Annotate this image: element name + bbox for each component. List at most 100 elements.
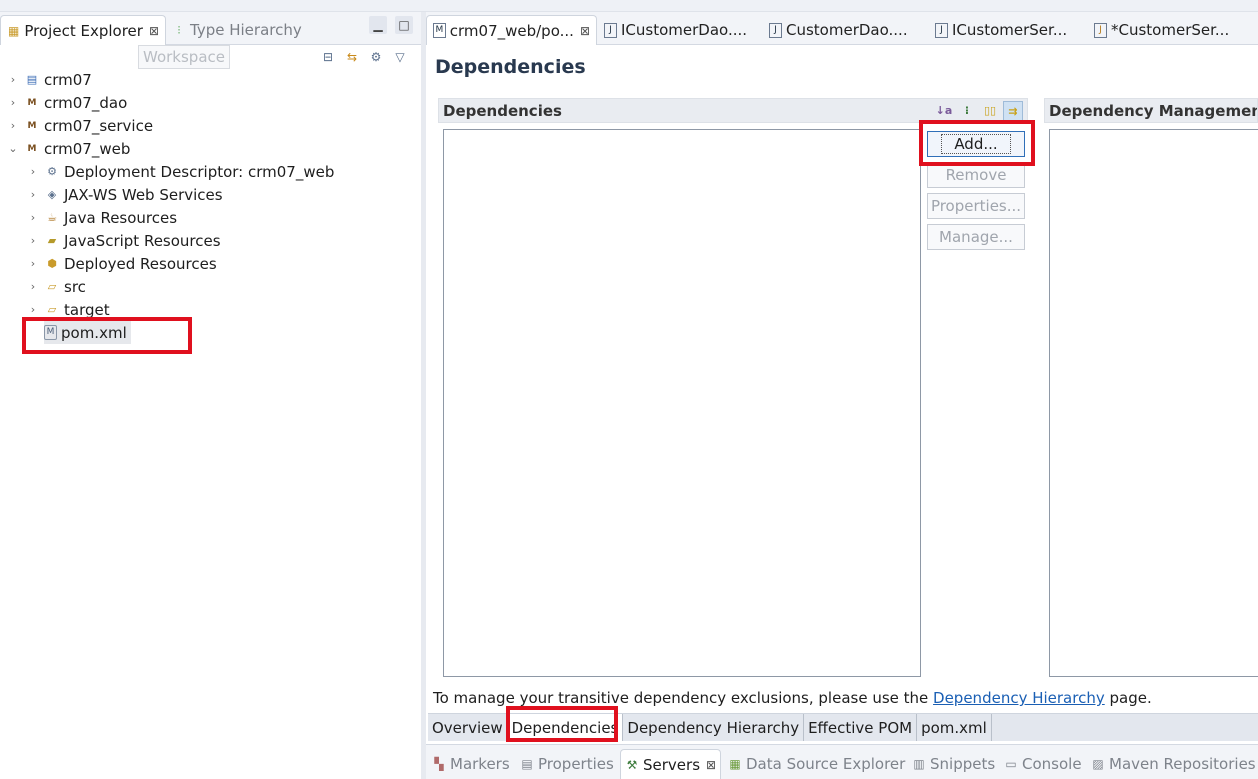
tab-servers[interactable]: ⚒ Servers ⊠ xyxy=(620,749,722,779)
expand-arrow-icon[interactable]: › xyxy=(6,73,20,86)
highlight-box-pom xyxy=(22,317,192,354)
tab-project-explorer[interactable]: ▦ Project Explorer ⊠ xyxy=(0,15,166,45)
tree-item-label: target xyxy=(64,300,110,319)
window-top-strip xyxy=(0,0,1258,12)
tab-console[interactable]: ▭ Console xyxy=(1000,749,1086,779)
collapse-arrow-icon[interactable]: ⌄ xyxy=(6,142,20,155)
collapse-all-icon[interactable]: ⊟ xyxy=(319,48,337,66)
markers-icon: ▚ xyxy=(434,757,444,771)
tree-item-crm07[interactable]: › ▤ crm07 xyxy=(6,68,92,91)
tab-type-hierarchy[interactable]: ⁝ Type Hierarchy xyxy=(166,15,316,45)
page-tab-dependency-hierarchy[interactable]: Dependency Hierarchy xyxy=(623,714,805,741)
tree-item-label: JavaScript Resources xyxy=(64,231,221,250)
page-title: Dependencies xyxy=(435,56,586,78)
properties-button[interactable]: Properties... xyxy=(927,193,1025,219)
tab-markers[interactable]: ▚ Markers xyxy=(428,749,514,779)
page-tab-effective-pom[interactable]: Effective POM xyxy=(804,714,918,741)
maximize-icon[interactable]: □ xyxy=(395,16,413,34)
tree-item-deployed-resources[interactable]: › ⬢ Deployed Resources xyxy=(26,252,217,275)
tab-label: ICustomerDao.... xyxy=(621,21,748,39)
project-icon: ▤ xyxy=(26,72,38,86)
tree-item-crm07-dao[interactable]: › M crm07_dao xyxy=(6,91,127,114)
tab-label: Maven Repositories xyxy=(1109,755,1256,773)
folder-icon: ▱ xyxy=(47,302,57,316)
tab-properties[interactable]: ▤ Properties xyxy=(516,749,618,779)
tree-item-src[interactable]: › ▱ src xyxy=(26,275,86,298)
dependency-management-header: Dependency Management xyxy=(1044,98,1258,123)
folder-icon: ▱ xyxy=(47,279,57,293)
editor-tab-icustomerservice[interactable]: J ICustomerSer... xyxy=(929,15,1073,45)
toggle-icon[interactable]: ⇉ xyxy=(1003,101,1023,121)
tree-item-deployment-descriptor[interactable]: › ⚙ Deployment Descriptor: crm07_web xyxy=(26,160,335,183)
filter-icon[interactable]: ▯▯ xyxy=(980,101,1000,121)
tree-item-crm07-service[interactable]: › M crm07_service xyxy=(6,114,153,137)
link-with-editor-icon[interactable]: ⇆ xyxy=(343,48,361,66)
sort-icon[interactable]: ↓a xyxy=(934,101,954,121)
tree-item-java-resources[interactable]: › ☕ Java Resources xyxy=(26,206,177,229)
tree-item-javascript-resources[interactable]: › ▰ JavaScript Resources xyxy=(26,229,221,252)
dependency-hierarchy-link[interactable]: Dependency Hierarchy xyxy=(933,689,1105,707)
expand-arrow-icon[interactable]: › xyxy=(26,165,40,178)
close-icon[interactable]: ⊠ xyxy=(706,758,716,772)
transitive-info: To manage your transitive dependency exc… xyxy=(433,689,1152,707)
pom-editor: M crm07_web/po... ⊠ J ICustomerDao.... J… xyxy=(426,12,1258,742)
expand-arrow-icon[interactable]: › xyxy=(6,96,20,109)
dependencies-list[interactable] xyxy=(443,129,921,677)
editor-tabbar: M crm07_web/po... ⊠ J ICustomerDao.... J… xyxy=(426,12,1258,45)
expand-arrow-icon[interactable]: › xyxy=(26,188,40,201)
tree-item-crm07-web[interactable]: ⌄ M crm07_web xyxy=(6,137,130,160)
tab-snippets[interactable]: ▥ Snippets xyxy=(908,749,999,779)
view-toolbar: ⊟ ⇆ ⚙ ▽ xyxy=(319,48,409,66)
editor-tab-icustomerdao[interactable]: J ICustomerDao.... xyxy=(598,15,753,45)
deployed-resources-icon: ⬢ xyxy=(47,256,57,270)
close-icon[interactable]: ⊠ xyxy=(580,24,590,38)
tab-label: Snippets xyxy=(930,755,996,773)
java-file-icon: J xyxy=(604,22,617,38)
bottom-panel-tabbar: ▚ Markers ▤ Properties ⚒ Servers ⊠ ▦ Dat… xyxy=(426,744,1258,779)
editor-tab-customerdao[interactable]: J CustomerDao.... xyxy=(763,15,914,45)
expand-arrow-icon[interactable]: › xyxy=(26,257,40,270)
editor-tab-pom[interactable]: M crm07_web/po... ⊠ xyxy=(426,15,597,45)
tab-label: Type Hierarchy xyxy=(190,21,302,39)
minimize-icon[interactable]: ▁ xyxy=(369,16,387,34)
view-menu-icon[interactable]: ▽ xyxy=(391,48,409,66)
tab-label: CustomerDao.... xyxy=(786,21,908,39)
tab-label: crm07_web/po... xyxy=(449,21,574,40)
left-view-tabbar: ▦ Project Explorer ⊠ ⁝ Type Hierarchy ▁ … xyxy=(0,12,421,45)
expand-arrow-icon[interactable]: › xyxy=(26,234,40,247)
info-text-suffix: page. xyxy=(1104,689,1152,707)
tab-label: Servers xyxy=(643,755,701,774)
expand-arrow-icon[interactable]: › xyxy=(26,211,40,224)
project-explorer-icon: ▦ xyxy=(8,23,20,38)
maven-project-icon: M xyxy=(27,97,37,108)
type-hierarchy-icon: ⁝ xyxy=(177,23,181,37)
tree-item-label: crm07_service xyxy=(44,116,154,135)
show-groupid-icon[interactable]: ⁝ xyxy=(957,101,977,121)
expand-arrow-icon[interactable]: › xyxy=(26,280,40,293)
close-icon[interactable]: ⊠ xyxy=(149,24,159,38)
dependency-management-list[interactable] xyxy=(1049,129,1258,677)
filter-icon[interactable]: ⚙ xyxy=(367,48,385,66)
tab-label: ICustomerSer... xyxy=(952,21,1068,39)
tree-item-jax-ws[interactable]: › ◈ JAX-WS Web Services xyxy=(26,183,223,206)
expand-arrow-icon[interactable]: › xyxy=(26,303,40,316)
page-tab-pom-xml[interactable]: pom.xml xyxy=(917,714,992,741)
highlight-box-dependencies-tab xyxy=(506,706,618,742)
tab-maven-repositories[interactable]: ▨ Maven Repositories xyxy=(1087,749,1258,779)
tab-label: Project Explorer xyxy=(24,21,143,40)
tree-item-label: Deployed Resources xyxy=(64,254,217,273)
console-icon: ▭ xyxy=(1005,757,1017,771)
editor-tab-customerservice[interactable]: J *CustomerSer... xyxy=(1088,15,1235,45)
manage-button[interactable]: Manage... xyxy=(927,224,1025,250)
snippets-icon: ▥ xyxy=(913,757,925,771)
page-tab-overview[interactable]: Overview xyxy=(428,714,508,741)
tab-data-source-explorer[interactable]: ▦ Data Source Explorer xyxy=(724,749,909,779)
expand-arrow-icon[interactable]: › xyxy=(6,119,20,132)
javascript-resources-icon: ▰ xyxy=(47,233,57,247)
tree-item-label: JAX-WS Web Services xyxy=(64,185,223,204)
tree-item-label: Deployment Descriptor: crm07_web xyxy=(64,162,335,181)
tab-label: Properties xyxy=(538,755,614,773)
properties-icon: ▤ xyxy=(521,757,533,771)
web-services-icon: ◈ xyxy=(47,187,57,201)
section-title: Dependencies xyxy=(443,101,562,120)
